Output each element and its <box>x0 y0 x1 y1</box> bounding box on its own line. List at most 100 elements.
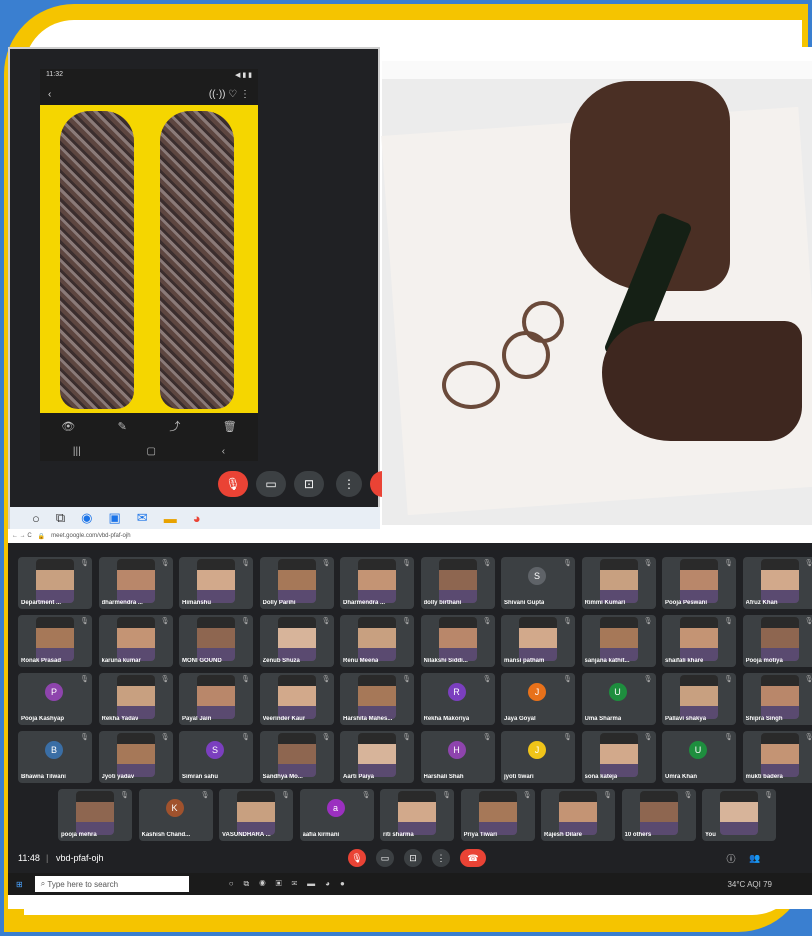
avatar: P <box>45 683 63 701</box>
participant-tile[interactable]: 🎙 Nilakshi Siddi... <box>420 615 495 667</box>
mic-muted-icon: 🎙 <box>321 734 331 741</box>
people-icon[interactable]: 👥 <box>746 849 764 867</box>
mic-muted-icon: 🎙 <box>724 618 733 625</box>
start-icon[interactable]: ○ <box>32 511 40 526</box>
participant-tile[interactable]: 🎙 Zenub Shuza <box>259 615 334 667</box>
participant-tile[interactable]: 🎙 pooja mehra <box>58 789 132 841</box>
participant-tile[interactable]: 🎙 10 others <box>621 789 696 841</box>
participant-tile[interactable]: 🎙 mansi patham <box>501 615 575 667</box>
more-options-button[interactable]: ⋮ <box>336 471 362 497</box>
participant-tile[interactable]: 🎙 Renu Meena <box>340 615 414 667</box>
task-view-icon[interactable]: ⧉ <box>56 510 65 526</box>
app-bar-icons[interactable]: ((·)) ♡ ⋮ <box>209 89 250 100</box>
participant-tile[interactable]: 🎙 Jyoti yadav <box>98 731 173 783</box>
participant-tile[interactable]: 🎙 sona kateja <box>581 731 656 783</box>
mic-off-button[interactable]: 🎙 <box>218 471 248 497</box>
taskbar-search-box[interactable]: ⌕ Type here to search <box>34 876 189 892</box>
participant-tile[interactable]: 🎙 Ronak Prasad <box>18 615 92 667</box>
chrome-icon[interactable]: ◕ <box>193 511 201 526</box>
mic-off-button[interactable]: 🎙 <box>348 849 366 867</box>
phone-screen: 11:32 ◀ ▮ ▮ ‹ ((·)) ♡ ⋮ 👁 ✎ ⤴ 🗑 ||| ▢ ‹ <box>40 69 258 461</box>
back-icon[interactable]: ‹ <box>48 89 51 100</box>
participant-tile[interactable]: J 🎙 Jaya Goyal <box>501 673 575 725</box>
taskbar-app-icons[interactable]: ○⧉◉▣✉▬◕● <box>229 879 355 889</box>
edge-icon[interactable]: ◉ <box>81 510 92 526</box>
url-text[interactable]: meet.google.com/vbd-pfaf-ojh <box>51 533 130 539</box>
participant-tile[interactable]: 🎙 Veerinder Kaur <box>259 673 334 725</box>
mic-muted-icon: 🎙 <box>80 618 89 625</box>
mehndi-photo <box>40 105 258 413</box>
participant-tile[interactable]: a 🎙 aafia kirmani <box>299 789 374 841</box>
participant-tile[interactable]: 🎙 Priya Tiwari <box>460 789 535 841</box>
store-icon[interactable]: ▣ <box>109 510 121 526</box>
participant-tile[interactable]: 🎙 Department ... <box>18 557 92 609</box>
main-video-feed <box>381 61 812 525</box>
participant-name: Rekha Yadav <box>101 716 139 722</box>
participant-video <box>599 559 638 603</box>
participant-tile[interactable]: 🎙 Harshita Mahes... <box>340 673 414 725</box>
home-icon[interactable]: ▢ <box>146 446 155 457</box>
participant-tile[interactable]: 🎙 sanjana kathit... <box>581 615 656 667</box>
participant-tile[interactable]: J 🎙 jyoti tiwari <box>501 731 575 783</box>
participant-tile[interactable]: 🎙 Rimmi Kumari <box>581 557 656 609</box>
participant-tile[interactable]: 🎙 Pooja Peswani <box>662 557 736 609</box>
share-icon[interactable]: ⤴ <box>169 418 180 434</box>
participant-tile[interactable]: 🎙 Aarti Paiya <box>340 731 414 783</box>
participant-tile[interactable]: 🎙 You <box>702 789 776 841</box>
participant-tile[interactable]: 🎙 Pallavi shakya <box>662 673 736 725</box>
participant-tile[interactable]: U 🎙 Umra Khan <box>662 731 736 783</box>
more-options-button[interactable]: ⋮ <box>432 849 450 867</box>
mic-muted-icon: 🎙 <box>160 560 170 567</box>
mic-muted-icon: 🎙 <box>402 676 411 683</box>
participant-tile[interactable]: 🎙 riti sharma <box>380 789 454 841</box>
browser-address-bar[interactable]: ← → C 🔒 meet.google.com/vbd-pfaf-ojh <box>8 529 812 543</box>
explorer-icon[interactable]: ▬ <box>164 511 177 526</box>
recents-icon[interactable]: ||| <box>73 446 81 457</box>
participant-tile[interactable]: H 🎙 Harshali Shah <box>420 731 495 783</box>
mail-icon[interactable]: ✉ <box>137 510 148 526</box>
meeting-time: 11:48 <box>18 853 40 863</box>
participant-tile[interactable]: R 🎙 Rekha Makoriya <box>420 673 495 725</box>
participant-video <box>478 791 517 835</box>
participant-tile[interactable]: 🎙 MONI GOUND <box>179 615 253 667</box>
windows-start-icon[interactable]: ⊞ <box>16 880 23 889</box>
participant-tile[interactable]: B 🎙 Bhawna Tilwani <box>18 731 92 783</box>
participant-tile[interactable]: U 🎙 Uma Sharma <box>581 673 656 725</box>
participant-tile[interactable]: 🎙 Pooja motiya <box>742 615 812 667</box>
participant-tile[interactable]: 🎙 mukti badera <box>742 731 812 783</box>
participant-video <box>559 791 597 835</box>
nav-arrows-icon[interactable]: ← → C <box>12 533 32 539</box>
camera-button[interactable]: ▭ <box>256 471 286 497</box>
participant-video <box>680 559 718 603</box>
participant-tile[interactable]: 🎙 VASUNDHARA ... <box>219 789 293 841</box>
edit-icon[interactable]: ✎ <box>118 420 127 433</box>
mic-muted-icon: 🎙 <box>643 618 653 625</box>
participant-tile[interactable]: 🎙 dharmendra ... <box>98 557 173 609</box>
participant-tile[interactable]: K 🎙 Kashish Chand... <box>138 789 213 841</box>
participant-tile[interactable]: 🎙 Rajesh Dilare <box>541 789 615 841</box>
participant-tile[interactable]: 🎙 Himanshu <box>179 557 253 609</box>
participant-tile[interactable]: 🎙 dolly birthani <box>420 557 495 609</box>
participant-tile[interactable]: 🎙 Rekha Yadav <box>98 673 173 725</box>
participant-tile[interactable]: P 🎙 Pooja Kashyap <box>18 673 92 725</box>
delete-icon[interactable]: 🗑 <box>223 420 237 433</box>
end-call-button[interactable]: ☎ <box>460 849 486 867</box>
participant-tile[interactable]: S 🎙 Simran sahu <box>179 731 253 783</box>
participant-tile[interactable]: 🎙 Payal Jain <box>179 673 253 725</box>
weather-widget[interactable]: 34°C AQI 79 <box>727 880 772 889</box>
present-button[interactable]: ⊡ <box>404 849 422 867</box>
participant-tile[interactable]: 🎙 Afruz Khan <box>742 557 812 609</box>
view-icon[interactable]: 👁 <box>61 420 75 433</box>
camera-button[interactable]: ▭ <box>376 849 394 867</box>
participant-name: Nilakshi Siddi... <box>423 658 468 664</box>
participant-tile[interactable]: 🎙 Sandhya Mo... <box>259 731 334 783</box>
present-button[interactable]: ⊡ <box>294 471 324 497</box>
info-icon[interactable]: ⓘ <box>722 849 740 867</box>
participant-tile[interactable]: 🎙 Dolly Parihi <box>259 557 334 609</box>
back-nav-icon[interactable]: ‹ <box>222 446 225 457</box>
participant-tile[interactable]: 🎙 Dharmendra ... <box>340 557 414 609</box>
participant-tile[interactable]: 🎙 karuna kumar <box>98 615 173 667</box>
participant-tile[interactable]: S 🎙 Shivani Gupta <box>501 557 575 609</box>
participant-tile[interactable]: 🎙 shaifali khare <box>662 615 736 667</box>
participant-tile[interactable]: 🎙 Shipra Singh <box>742 673 812 725</box>
